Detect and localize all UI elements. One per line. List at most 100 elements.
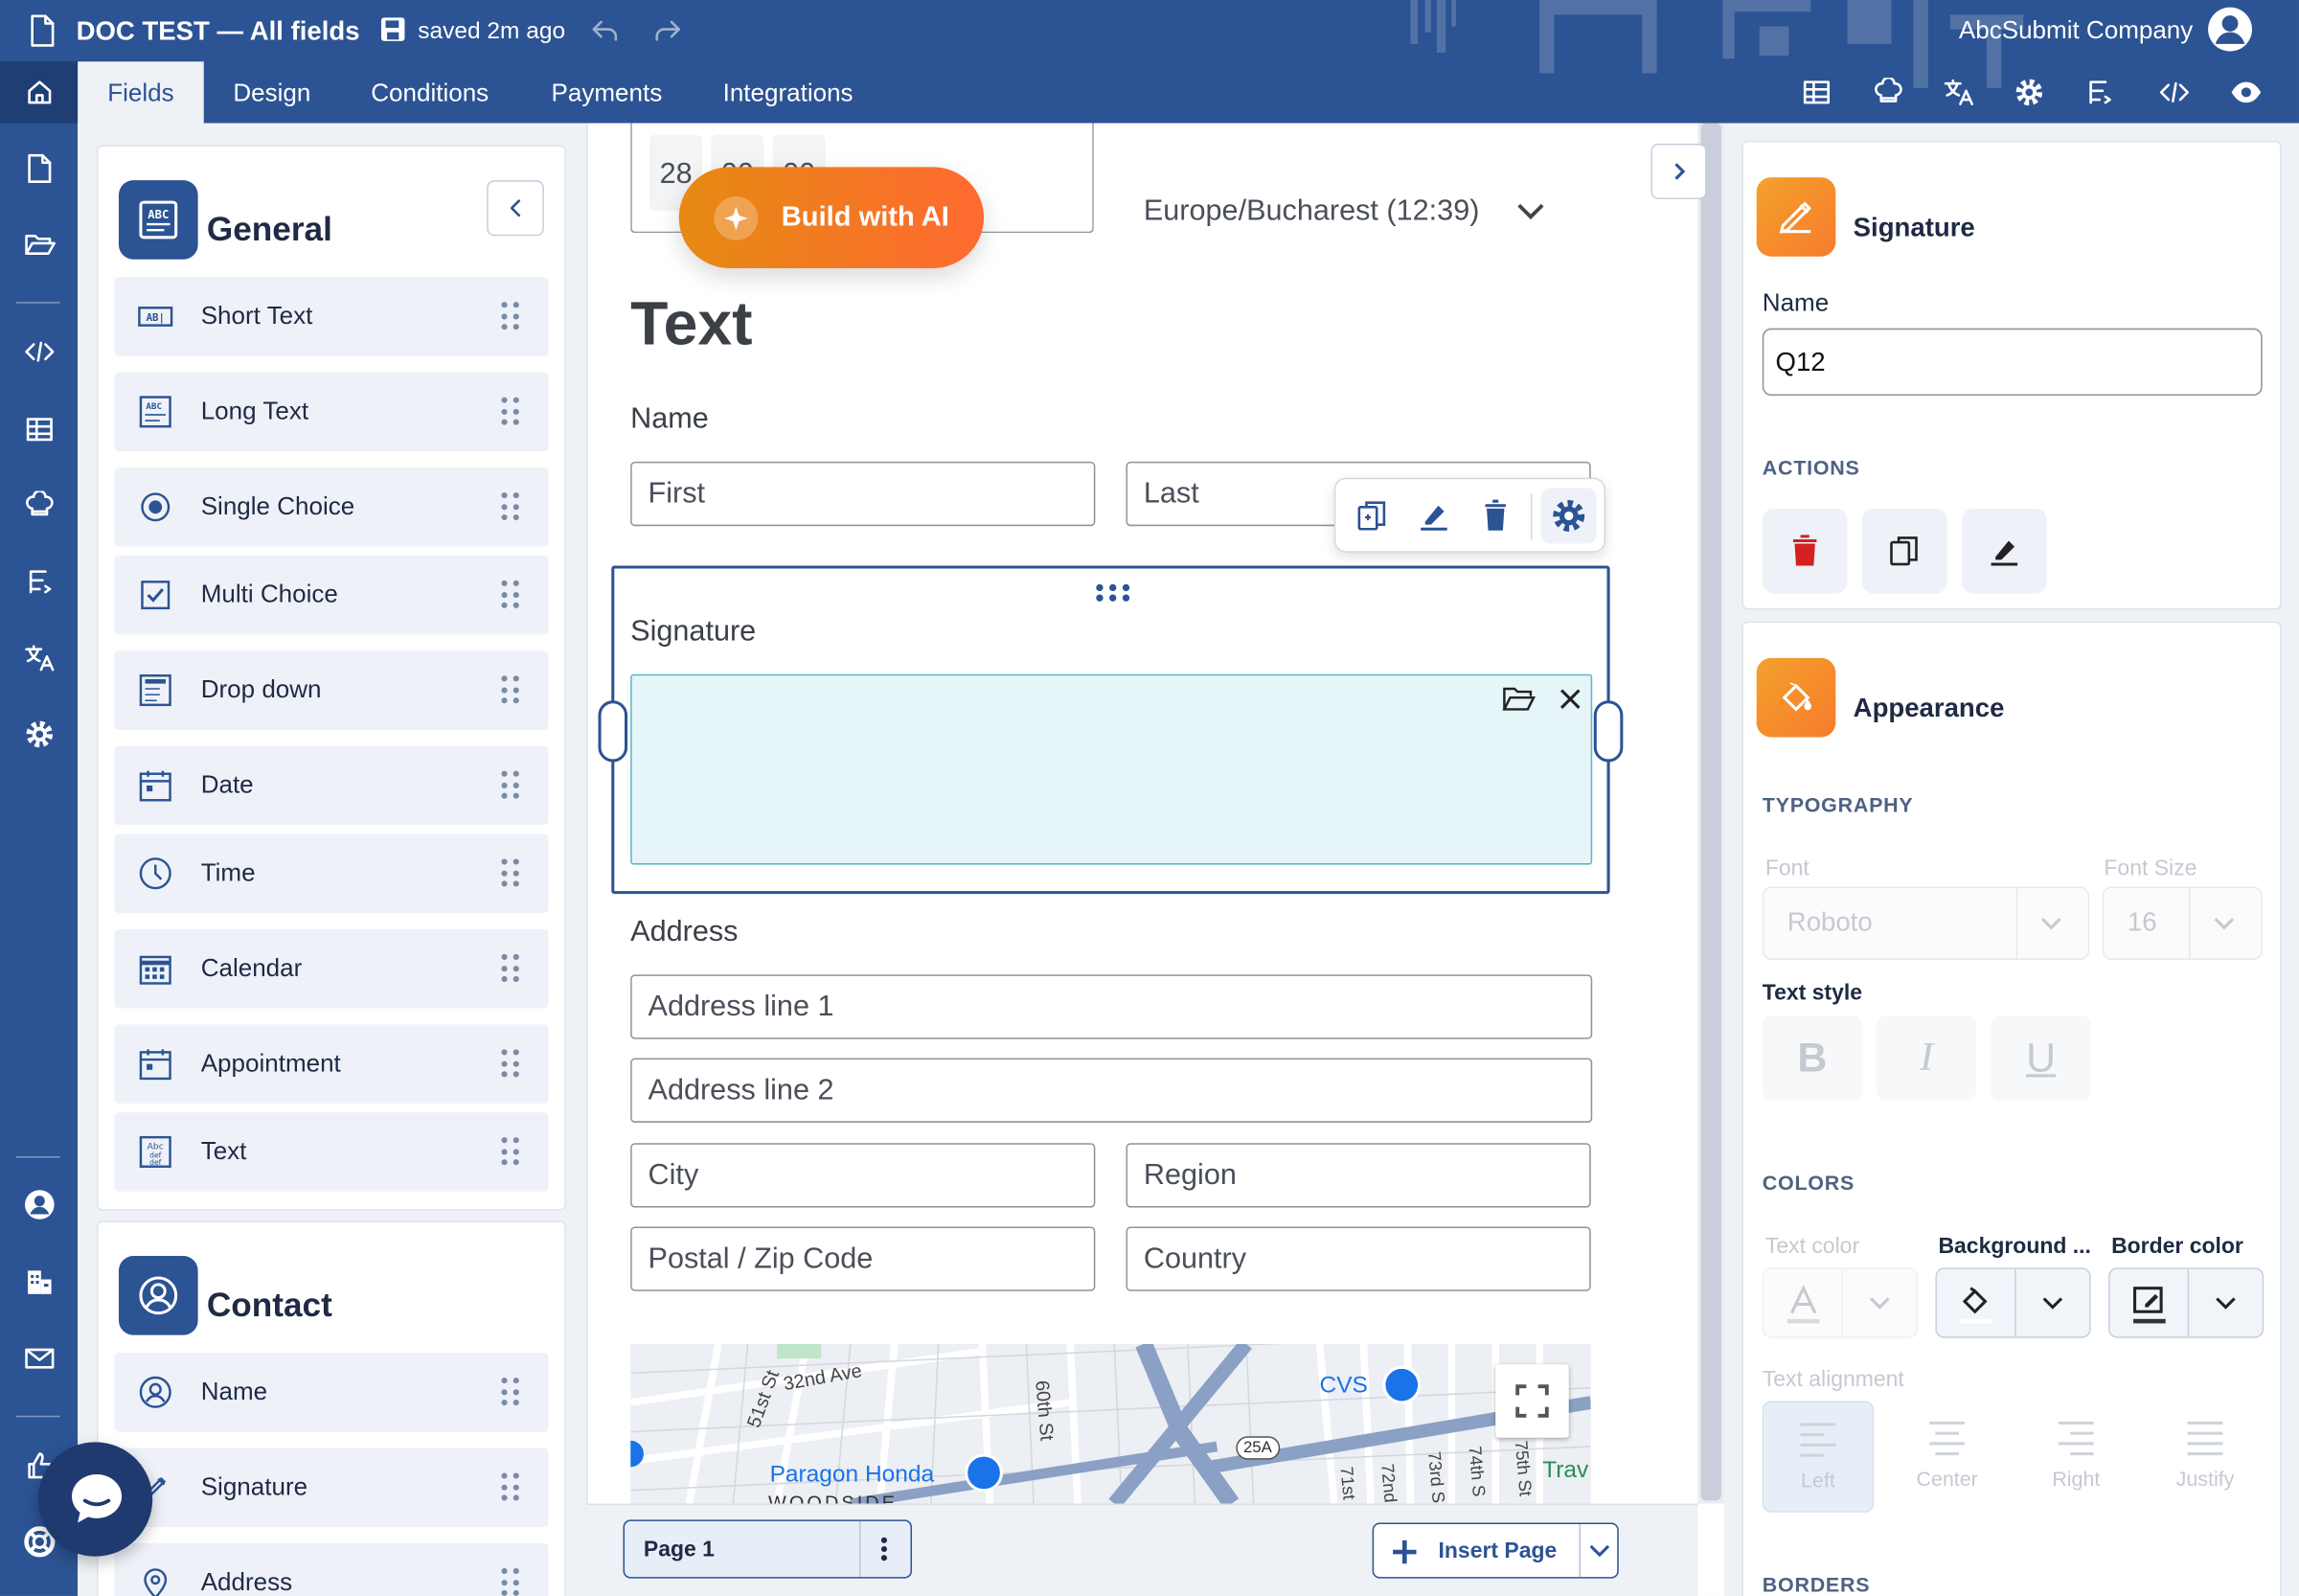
build-with-ai-button[interactable]: Build with AI (678, 167, 985, 268)
palette-item-time[interactable]: Time (114, 833, 549, 914)
palette-item-date[interactable]: Date (114, 745, 549, 826)
kebab-menu-icon[interactable] (879, 1536, 888, 1562)
palette-item-calendar[interactable]: Calendar (114, 928, 549, 1009)
drag-handle-icon[interactable] (501, 302, 521, 331)
address-line2-input[interactable]: Address line 2 (630, 1058, 1593, 1123)
translate-icon[interactable] (1943, 77, 1975, 109)
duplicate-field-button[interactable] (1861, 508, 1947, 594)
tab-payments[interactable]: Payments (552, 61, 663, 123)
resize-handle-right[interactable] (1593, 700, 1624, 763)
scrollbar-thumb[interactable] (1700, 123, 1721, 1501)
palette-item-multi-choice[interactable]: Multi Choice (114, 555, 549, 635)
map-fullscreen-button[interactable] (1495, 1364, 1569, 1438)
bold-button[interactable]: B (1762, 1015, 1862, 1101)
postal-code-input[interactable]: Postal / Zip Code (630, 1226, 1096, 1291)
palette-item-name[interactable]: Name (114, 1353, 549, 1432)
address-map[interactable]: 32nd Ave 51st St 60th St CVS Paragon Hon… (630, 1343, 1591, 1504)
signature-pad[interactable] (630, 673, 1593, 865)
chef-hat-icon[interactable] (1873, 77, 1905, 109)
account-icon[interactable] (2207, 6, 2254, 53)
palette-item-text[interactable]: Abc def def Text (114, 1112, 549, 1192)
redo-icon[interactable] (651, 16, 684, 46)
palette-item-drop-down[interactable]: Drop down (114, 650, 549, 730)
drag-handle-icon[interactable] (501, 492, 521, 522)
italic-button[interactable]: I (1877, 1015, 1977, 1101)
chevron-down-icon[interactable] (1514, 199, 1547, 222)
text-color-picker[interactable] (1762, 1267, 1919, 1338)
palette-item-single-choice[interactable]: Single Choice (114, 467, 549, 547)
underline-button[interactable]: U (1991, 1015, 2091, 1101)
collapse-palette-button[interactable] (487, 180, 544, 237)
drag-handle-icon[interactable] (501, 1378, 521, 1407)
drag-handle-icon[interactable] (501, 1137, 521, 1167)
folder-open-icon[interactable] (1501, 684, 1536, 714)
document-title[interactable]: DOC TEST — All fields (77, 16, 360, 47)
font-select[interactable]: Roboto (1762, 886, 2090, 961)
drag-handle-icon[interactable] (501, 858, 521, 888)
code-icon[interactable] (2158, 77, 2191, 109)
gear-icon[interactable] (1540, 488, 1597, 544)
chat-launcher[interactable] (37, 1442, 153, 1557)
align-center-button[interactable]: Center (1891, 1401, 2002, 1512)
trash-icon[interactable] (1478, 498, 1514, 534)
clear-field-button[interactable] (1961, 508, 2047, 594)
account-icon[interactable] (20, 1186, 58, 1224)
drag-handle-icon[interactable] (501, 1049, 521, 1079)
region-input[interactable]: Region (1126, 1143, 1591, 1208)
palette-item-appointment[interactable]: Appointment (114, 1024, 549, 1104)
company-name[interactable]: AbcSubmit Company (1959, 16, 2193, 46)
drag-handle-icon[interactable] (501, 580, 521, 610)
eraser-icon[interactable] (1417, 498, 1452, 534)
eye-icon[interactable] (2230, 77, 2263, 109)
flow-icon[interactable] (2083, 77, 2116, 109)
gear-icon[interactable] (20, 716, 58, 754)
background-color-picker[interactable] (1935, 1267, 2091, 1338)
tab-integrations[interactable]: Integrations (723, 61, 854, 123)
drag-handle-icon[interactable] (1095, 583, 1130, 604)
canvas-scrollbar[interactable] (1697, 123, 1724, 1504)
building-icon[interactable] (20, 1264, 58, 1302)
tab-fields[interactable]: Fields (78, 61, 204, 124)
tab-conditions[interactable]: Conditions (371, 61, 489, 123)
close-icon[interactable] (1559, 687, 1582, 710)
country-input[interactable]: Country (1126, 1226, 1591, 1291)
align-right-button[interactable]: Right (2020, 1401, 2131, 1512)
code-icon[interactable] (20, 332, 58, 371)
palette-item-short-text[interactable]: AB| Short Text (114, 277, 549, 356)
chevron-down-icon[interactable] (1588, 1541, 1611, 1559)
duplicate-icon[interactable] (1354, 498, 1390, 534)
undo-icon[interactable] (589, 16, 622, 46)
palette-item-signature[interactable]: Signature (114, 1448, 549, 1528)
gear-icon[interactable] (2014, 77, 2046, 109)
font-size-select[interactable]: 16 (2102, 886, 2263, 961)
flow-icon[interactable] (20, 562, 58, 601)
table-icon[interactable] (1801, 77, 1833, 109)
drag-handle-icon[interactable] (501, 953, 521, 984)
resize-handle-left[interactable] (598, 700, 628, 763)
drag-handle-icon[interactable] (501, 675, 521, 705)
tab-design[interactable]: Design (233, 61, 310, 123)
drag-handle-icon[interactable] (501, 1567, 521, 1596)
address-line1-input[interactable]: Address line 1 (630, 974, 1593, 1039)
home-button[interactable] (0, 61, 79, 124)
align-left-button[interactable]: Left (1762, 1401, 1875, 1513)
palette-item-long-text[interactable]: ABC Long Text (114, 372, 549, 452)
delete-field-button[interactable] (1762, 508, 1848, 594)
mail-icon[interactable] (20, 1339, 58, 1378)
table-icon[interactable] (20, 410, 58, 448)
translate-icon[interactable] (20, 639, 58, 677)
page-tab[interactable]: Page 1 (623, 1519, 913, 1579)
drag-handle-icon[interactable] (501, 770, 521, 801)
drag-handle-icon[interactable] (501, 1472, 521, 1502)
city-input[interactable]: City (630, 1143, 1096, 1208)
chef-hat-icon[interactable] (20, 487, 58, 525)
first-name-input[interactable]: First (630, 461, 1096, 527)
align-justify-button[interactable]: Justify (2150, 1401, 2261, 1512)
drag-handle-icon[interactable] (501, 397, 521, 427)
text-heading[interactable]: Text (630, 288, 752, 358)
insert-page-button[interactable]: Insert Page (1372, 1522, 1619, 1579)
folder-open-icon[interactable] (20, 226, 58, 264)
timezone-select[interactable]: Europe/Bucharest (12:39) (1144, 194, 1480, 228)
expand-panel-button[interactable] (1650, 143, 1707, 200)
palette-item-address[interactable]: Address (114, 1542, 549, 1596)
